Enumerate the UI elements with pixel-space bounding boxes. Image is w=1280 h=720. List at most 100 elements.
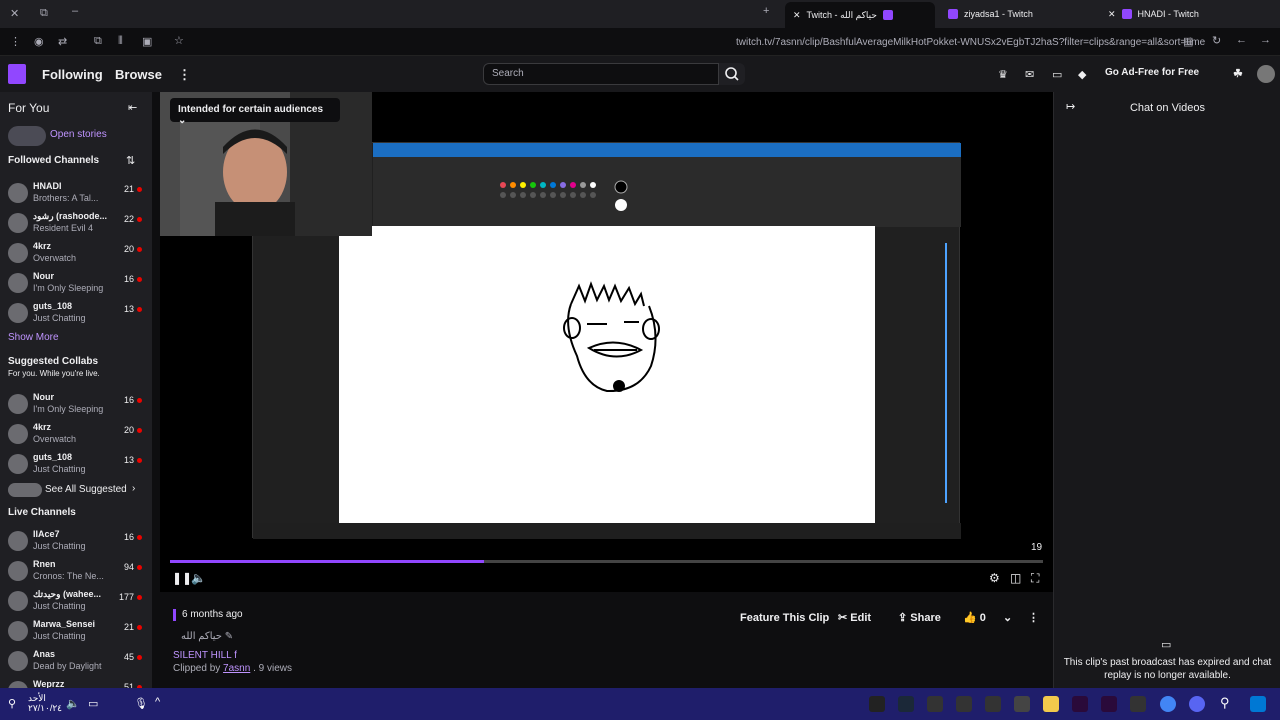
pause-icon[interactable]: ❚❚: [172, 571, 192, 585]
sidebar-channel[interactable]: Rnen Cronos: The Ne... 94: [0, 556, 152, 586]
app-icon[interactable]: [927, 696, 943, 712]
like-button[interactable]: 👍 0: [957, 607, 992, 629]
theatre-mode-icon[interactable]: ◫: [1010, 571, 1021, 585]
sidebar-channel[interactable]: Nour I'm Only Sleeping 16: [0, 268, 152, 298]
close-tab-icon[interactable]: ✕: [793, 10, 801, 21]
tab-active[interactable]: ✕ Twitch - حياكم الله: [785, 2, 935, 28]
video-progress-bar[interactable]: [170, 560, 1043, 563]
edit-pencil-icon[interactable]: ✎: [225, 631, 233, 642]
minimize-icon[interactable]: –: [72, 5, 78, 17]
sidebar-channel[interactable]: 4krz Overwatch 20: [0, 419, 152, 449]
reader-mode-icon[interactable]: ▤: [1183, 35, 1193, 48]
extension-icon[interactable]: ▣: [142, 35, 152, 48]
collapse-sidebar-icon[interactable]: ⇤: [128, 101, 137, 114]
browse-link[interactable]: Browse: [115, 67, 162, 82]
sidebar-channel[interactable]: Anas Dead by Daylight 45: [0, 646, 152, 676]
clipper-link[interactable]: 7asnn: [223, 663, 250, 674]
audience-badge[interactable]: Intended for certain audiences ⌄: [170, 98, 340, 126]
tab-ziyadsa1[interactable]: ziyadsa1 - Twitch: [940, 4, 1080, 24]
live-dot: [137, 277, 142, 282]
sidebar-channel[interactable]: وحيدتك (wahee... Just Chatting 177: [0, 586, 152, 616]
more-options-icon[interactable]: ⋮: [1022, 607, 1045, 629]
extension-icon[interactable]: ◉: [34, 35, 44, 48]
paint-canvas[interactable]: [339, 226, 875, 523]
share-button[interactable]: ⇪ Share: [892, 607, 947, 629]
chrome-icon[interactable]: [1160, 696, 1176, 712]
sidebar-channel[interactable]: Marwa_Sensei Just Chatting 21: [0, 616, 152, 646]
twitch-logo-icon[interactable]: [8, 64, 26, 84]
sidebar-channel[interactable]: guts_108 Just Chatting 13: [0, 298, 152, 328]
search-icon[interactable]: ⚲: [1220, 695, 1230, 711]
volume-icon[interactable]: 🔈: [191, 571, 206, 585]
chevron-up-icon[interactable]: ^: [155, 696, 160, 708]
extension-icon[interactable]: ⦀: [118, 35, 123, 48]
new-tab-icon[interactable]: +: [763, 5, 769, 17]
notification-icon[interactable]: ⚲: [8, 697, 16, 710]
extension-icon[interactable]: ⧉: [94, 35, 102, 48]
sidebar-channel[interactable]: Weprzz 51: [0, 676, 152, 688]
app-icon[interactable]: [1014, 696, 1030, 712]
crown-icon[interactable]: ♛: [998, 68, 1008, 81]
speaker-icon[interactable]: 🔈: [66, 697, 80, 710]
notifications-icon[interactable]: ▭: [1052, 68, 1062, 81]
sidebar-channel[interactable]: guts_108 Just Chatting 13: [0, 449, 152, 479]
network-icon[interactable]: ▭: [88, 697, 98, 710]
more-icon[interactable]: ⋮: [178, 67, 191, 83]
forward-icon[interactable]: →: [1260, 34, 1271, 46]
settings-icon[interactable]: ⚙: [989, 571, 1000, 585]
inbox-icon[interactable]: ✉: [1025, 68, 1034, 81]
avatar: [8, 591, 28, 611]
twitch-icon: [948, 9, 958, 19]
back-icon[interactable]: ←: [1236, 34, 1247, 46]
paint-scrollbar[interactable]: [945, 243, 947, 503]
tab-hnadi[interactable]: ✕ HNADI - Twitch: [1100, 4, 1250, 24]
url-field[interactable]: twitch.tv/7asnn/clip/BashfulAverageMilkH…: [736, 37, 1205, 48]
close-window-icon[interactable]: ✕: [10, 7, 19, 20]
search-button[interactable]: [719, 63, 745, 85]
sort-icon[interactable]: ⇅: [126, 154, 135, 167]
see-all-suggested-link[interactable]: See All Suggested: [45, 484, 127, 495]
fullscreen-icon[interactable]: ⛶: [1031, 571, 1039, 586]
chevron-right-icon[interactable]: ›: [132, 483, 135, 494]
avatar: [8, 303, 28, 323]
close-tab-icon[interactable]: ✕: [1108, 9, 1116, 20]
following-link[interactable]: Following: [42, 67, 103, 82]
for-you-heading: For You: [8, 101, 50, 115]
discord-icon[interactable]: [1189, 696, 1205, 712]
extension-icon[interactable]: ⇄: [58, 35, 67, 48]
steam-icon[interactable]: [898, 696, 914, 712]
app-icon[interactable]: [956, 696, 972, 712]
search-input[interactable]: Search: [483, 63, 719, 85]
edit-button[interactable]: ✂ Edit: [832, 607, 877, 629]
reload-icon[interactable]: ↻: [1212, 34, 1221, 47]
app-icon[interactable]: [869, 696, 885, 712]
feature-clip-button[interactable]: Feature This Clip: [734, 607, 835, 629]
window-icon[interactable]: ⧉: [40, 7, 48, 20]
sidebar-channel[interactable]: IIAce7 Just Chatting 16: [0, 526, 152, 556]
live-dot: [137, 398, 142, 403]
sidebar-channel[interactable]: Nour I'm Only Sleeping 16: [0, 389, 152, 419]
taskbar-clock[interactable]: الأحد ٢٧/١٠/٢٤: [28, 693, 62, 713]
windows-start-icon[interactable]: [1250, 696, 1266, 712]
sidebar-channel[interactable]: HNADI Brothers: A Tal... 21: [0, 178, 152, 208]
open-stories-link[interactable]: Open stories: [50, 129, 107, 140]
sidebar-channel[interactable]: رشود (rashoode... Resident Evil 4 22: [0, 208, 152, 238]
premiere-icon[interactable]: [1101, 696, 1117, 712]
go-ad-free-button[interactable]: Go Ad-Free for Free: [1105, 67, 1199, 78]
show-more-link[interactable]: Show More: [8, 332, 59, 343]
chevron-down-icon[interactable]: ⌄: [997, 607, 1018, 629]
bookmark-star-icon[interactable]: ☆: [174, 34, 184, 47]
sidebar-channel[interactable]: 4krz Overwatch 20: [0, 238, 152, 268]
avatar[interactable]: [1257, 65, 1275, 83]
clip-game-link[interactable]: SILENT HILL f: [173, 650, 237, 661]
mic-icon[interactable]: 🎙: [134, 697, 148, 710]
file-explorer-icon[interactable]: [1043, 696, 1059, 712]
app-icon[interactable]: [1130, 696, 1146, 712]
menu-icon[interactable]: ⋮: [10, 35, 21, 48]
bits-icon[interactable]: ◆: [1078, 68, 1086, 81]
prime-icon[interactable]: ☘: [1233, 67, 1243, 80]
stories-avatars[interactable]: [8, 126, 46, 146]
channel-name: 4krz: [33, 422, 52, 432]
app-icon[interactable]: [985, 696, 1001, 712]
media-encoder-icon[interactable]: [1072, 696, 1088, 712]
